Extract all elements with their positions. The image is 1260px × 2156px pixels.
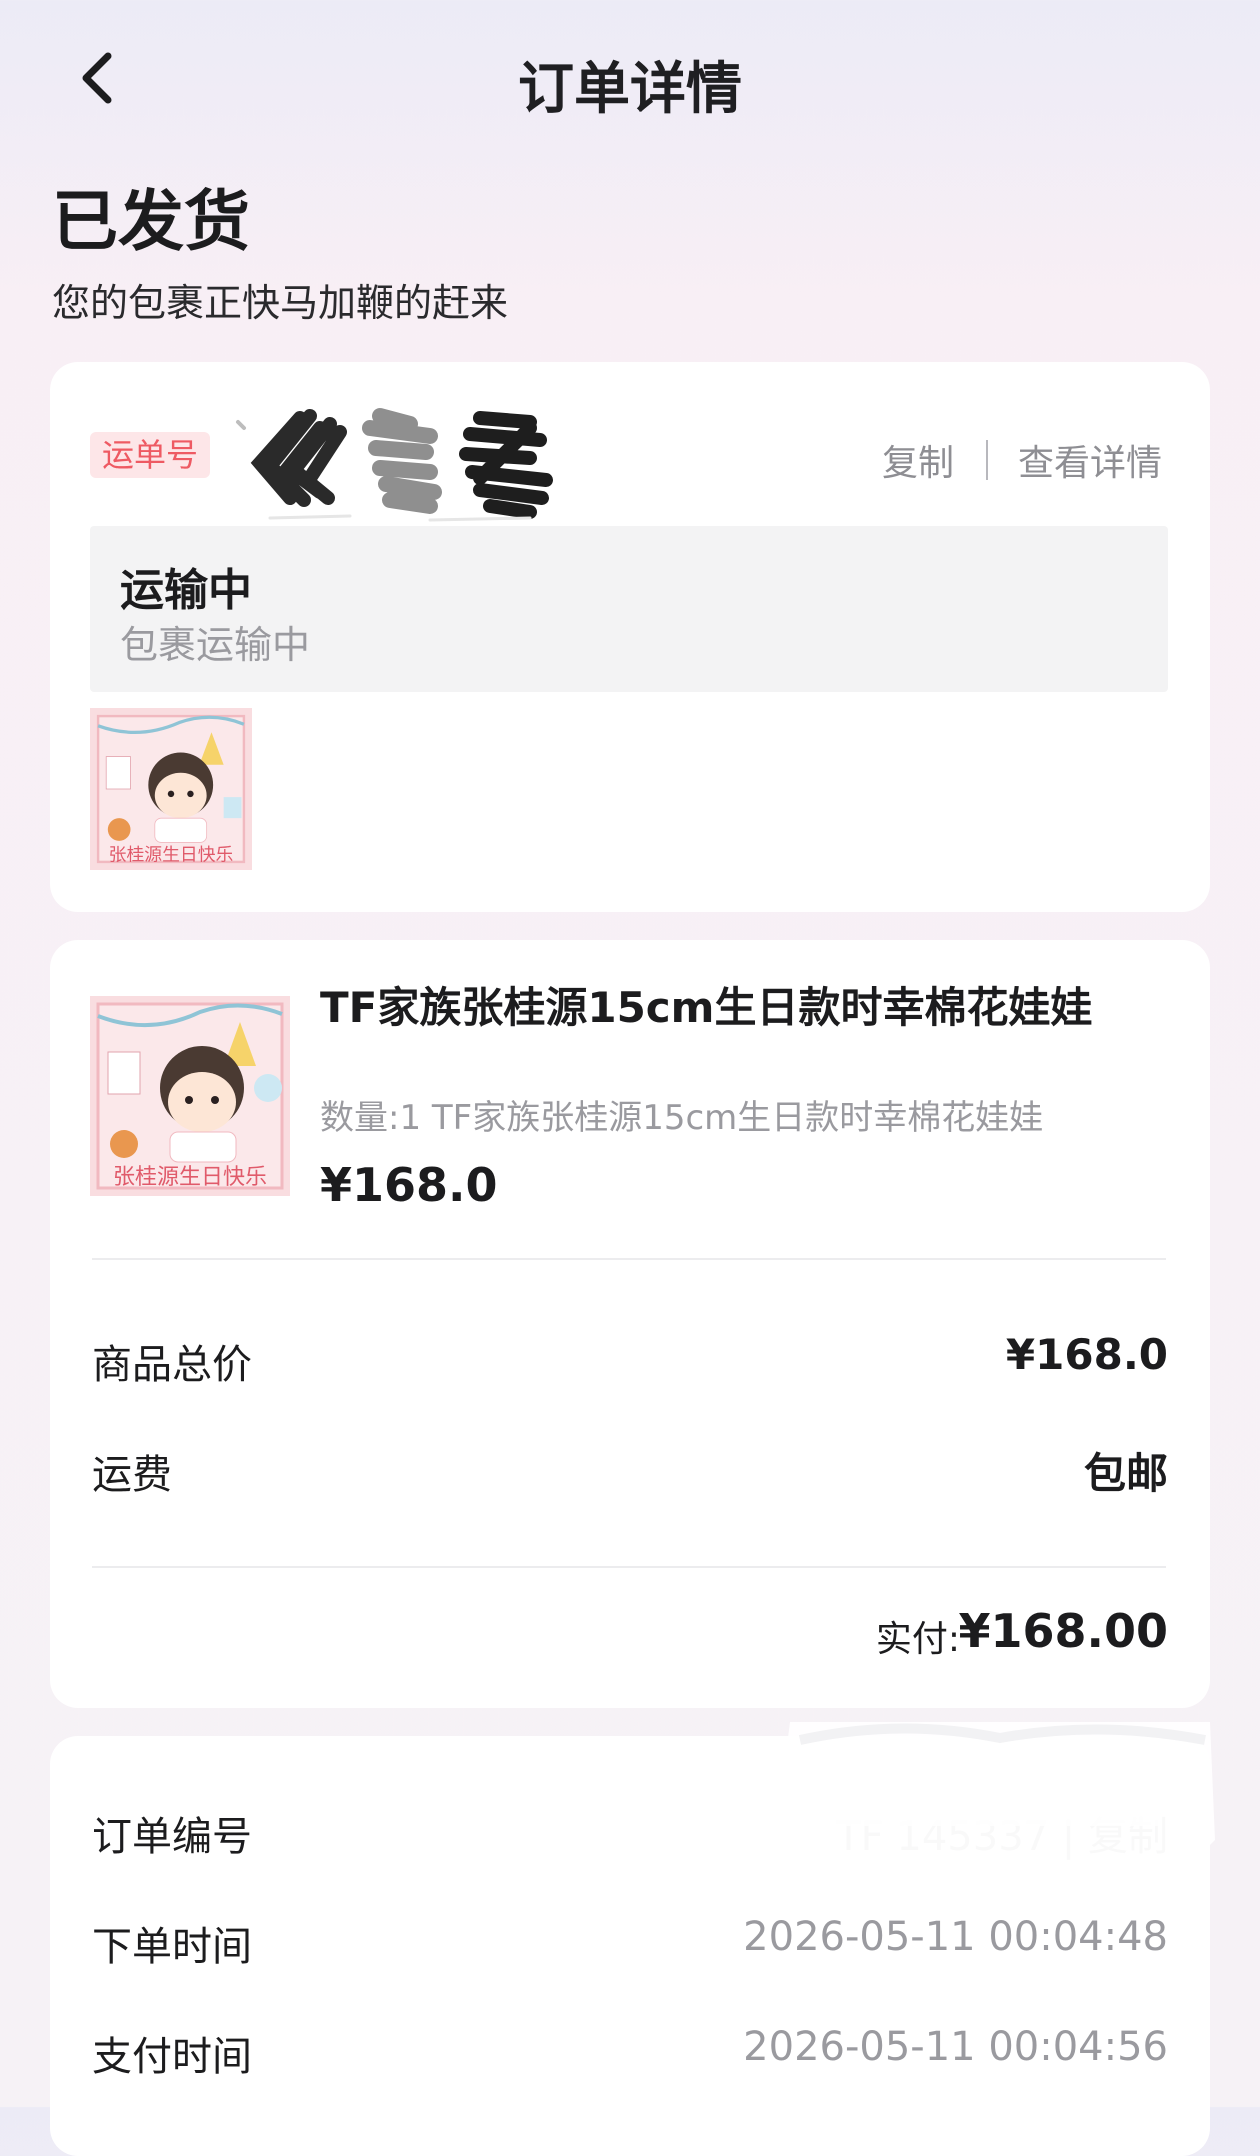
logistics-status-title: 运输中 [120, 565, 252, 616]
view-logistics-detail-link[interactable]: 查看详情 [1018, 434, 1162, 486]
order-status-title: 已发货 [52, 183, 250, 260]
waybill-tag: 运单号 [90, 432, 211, 478]
logistics-status-subtitle: 包裹运输中 [120, 623, 311, 667]
page-title: 订单详情 [518, 57, 742, 122]
goods-total-label: 商品总价 [92, 1342, 252, 1388]
divider [92, 1258, 1166, 1260]
redaction-scribble [236, 408, 553, 522]
shipping-card: 运单号 复制 查看详情 运输中 包裹运输中 张桂源生日快乐 [50, 362, 1210, 912]
order-number-value[interactable]: TF 145337 | 复制 [836, 1804, 1168, 1862]
product-name[interactable]: TF家族张桂源15cm生日款时幸棉花娃娃 [320, 980, 1120, 1036]
link-divider [986, 440, 988, 480]
product-thumbnail-small[interactable]: 张桂源生日快乐 [90, 708, 252, 870]
nav-bar: 订单详情 [0, 0, 1260, 160]
order-time-label: 下单时间 [92, 1924, 252, 1970]
copy-waybill-button[interactable]: 复制 [882, 434, 954, 486]
order-status-subtitle: 您的包裹正快马加鞭的赶来 [52, 281, 509, 325]
paid-amount-label: 实付: [875, 1619, 960, 1660]
paid-amount-value: ¥168.00 [958, 1604, 1168, 1658]
shipping-fee-label: 运费 [92, 1452, 172, 1498]
order-info-card: 订单编号 TF 145337 | 复制 下单时间 2026-05-11 00:0… [50, 1736, 1210, 2156]
product-spec: 数量:1 TF家族张桂源15cm生日款时幸棉花娃娃 [320, 1098, 1044, 1138]
product-thumbnail[interactable]: 张桂源生日快乐 [90, 996, 290, 1196]
pay-time-value: 2026-05-11 00:04:56 [743, 2024, 1168, 2070]
shipping-fee-value: 包邮 [1083, 1449, 1168, 1498]
product-price: ¥168.0 [320, 1158, 498, 1212]
goods-total-value: ¥168.0 [1005, 1330, 1168, 1379]
divider [92, 1566, 1166, 1568]
order-time-value: 2026-05-11 00:04:48 [743, 1914, 1168, 1960]
order-number-label: 订单编号 [92, 1814, 252, 1860]
thumbnail-caption: 张桂源生日快乐 [109, 844, 234, 865]
product-card: 张桂源生日快乐 TF家族张桂源15cm生日款时幸棉花娃娃 数量:1 TF家族张桂… [50, 940, 1210, 1708]
logistics-status-box[interactable]: 运输中 包裹运输中 [90, 526, 1168, 692]
thumbnail-caption: 张桂源生日快乐 [113, 1165, 267, 1190]
pay-time-label: 支付时间 [92, 2034, 252, 2080]
